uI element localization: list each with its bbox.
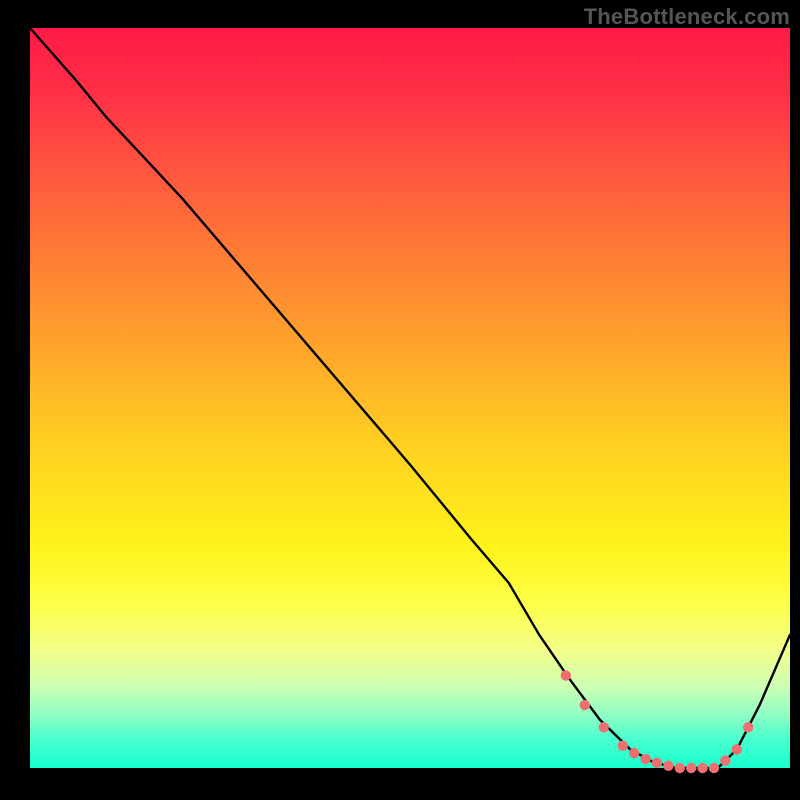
marker-dot — [732, 744, 742, 754]
chart-stage: TheBottleneck.com — [0, 0, 800, 800]
marker-dot — [675, 763, 685, 773]
chart-svg — [0, 0, 800, 800]
marker-dot — [561, 670, 571, 680]
marker-dot — [629, 748, 639, 758]
marker-dot — [743, 722, 753, 732]
marker-dot — [599, 722, 609, 732]
marker-dot — [709, 763, 719, 773]
marker-dot — [663, 761, 673, 771]
marker-dot — [640, 754, 650, 764]
watermark-text: TheBottleneck.com — [584, 4, 790, 30]
marker-dot — [652, 758, 662, 768]
marker-dot — [580, 700, 590, 710]
marker-dot — [686, 763, 696, 773]
marker-dot — [697, 763, 707, 773]
marker-dot — [720, 755, 730, 765]
marker-dot — [618, 741, 628, 751]
plot-area — [30, 28, 790, 768]
